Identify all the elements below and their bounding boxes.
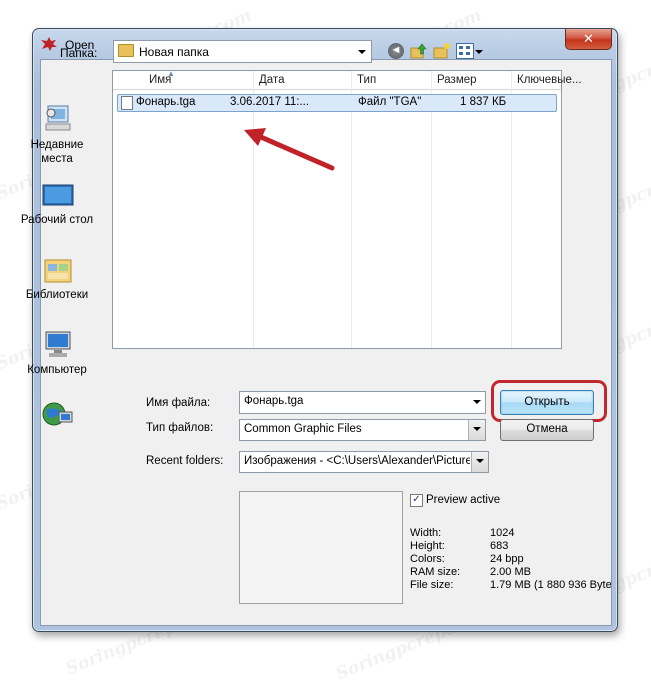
- up-folder-icon[interactable]: [410, 42, 428, 60]
- sidebar-item-recent-places[interactable]: Недавние места: [14, 104, 100, 176]
- file-list-header: Имя ▲ Дата Тип Размер Ключевые...: [113, 69, 582, 90]
- column-header-type[interactable]: Тип: [357, 74, 376, 86]
- filetype-select[interactable]: Common Graphic Files: [239, 419, 486, 441]
- annotation-arrow-icon: [244, 128, 335, 171]
- file-icon: [121, 96, 133, 110]
- recent-folders-value: Изображения - <C:\Users\Alexander\Pictur…: [244, 455, 470, 467]
- back-icon[interactable]: ◄: [388, 43, 404, 59]
- sidebar-item-label: Библиотеки: [25, 289, 89, 301]
- recent-places-icon: [45, 105, 71, 131]
- filetype-value: Common Graphic Files: [244, 423, 362, 435]
- open-button[interactable]: Открыть: [500, 390, 594, 415]
- sidebar-item-network[interactable]: [14, 400, 100, 436]
- places-sidebar: Недавние места Рабочий стол Библиотеки К…: [14, 64, 100, 426]
- column-divider: [431, 71, 432, 348]
- chevron-down-icon: [358, 50, 366, 54]
- sidebar-item-libraries[interactable]: Библиотеки: [14, 256, 100, 306]
- chevron-down-icon[interactable]: [473, 400, 481, 404]
- close-button[interactable]: ✕: [565, 29, 612, 50]
- recent-folders-select[interactable]: Изображения - <C:\Users\Alexander\Pictur…: [239, 451, 489, 473]
- network-icon: [42, 402, 73, 426]
- libraries-icon: [44, 259, 72, 283]
- desktop-icon: [42, 184, 74, 206]
- column-divider: [253, 71, 254, 348]
- folder-label: Папка:: [60, 46, 98, 60]
- chevron-down-icon: [476, 459, 484, 463]
- preview-active-checkbox[interactable]: ✓: [410, 494, 423, 507]
- info-key: Colors:: [410, 553, 445, 565]
- file-name-cell: Фонарь.tga: [136, 96, 196, 108]
- app-icon: [41, 37, 57, 51]
- cancel-button[interactable]: Отмена: [500, 419, 594, 441]
- dropdown-button[interactable]: [471, 452, 488, 472]
- filename-value: Фонарь.tga: [244, 395, 304, 407]
- column-header-date[interactable]: Дата: [259, 74, 284, 86]
- sidebar-item-label: Рабочий стол: [20, 214, 94, 226]
- file-list[interactable]: Имя ▲ Дата Тип Размер Ключевые... Фонарь…: [112, 69, 582, 349]
- folder-icon: [118, 44, 134, 57]
- info-value: 24 bpp: [490, 553, 524, 565]
- info-key: RAM size:: [410, 566, 461, 578]
- info-key: Width:: [410, 527, 442, 539]
- table-row[interactable]: Фонарь.tga 3.06.2017 11:... Файл "TGA" 1…: [117, 94, 557, 112]
- chevron-down-icon[interactable]: [475, 50, 483, 54]
- column-divider: [511, 71, 512, 348]
- preview-pane: [239, 491, 403, 604]
- close-icon: ✕: [583, 31, 594, 46]
- sidebar-item-desktop[interactable]: Рабочий стол: [14, 182, 100, 232]
- folder-select-value: Новая папка: [139, 45, 209, 59]
- info-key: Height:: [410, 540, 445, 552]
- dropdown-button[interactable]: [468, 420, 485, 440]
- info-value: 1.79 MB (1 880 936 Bytes): [490, 579, 611, 591]
- filename-label: Имя файла:: [146, 397, 211, 409]
- sidebar-item-label: Компьютер: [27, 364, 87, 376]
- file-date-cell: 3.06.2017 11:...: [230, 96, 310, 108]
- new-folder-icon[interactable]: [433, 42, 451, 60]
- info-value: 2.00 MB: [490, 566, 531, 578]
- views-icon[interactable]: [456, 43, 474, 59]
- column-header-keywords[interactable]: Ключевые...: [517, 74, 582, 86]
- sidebar-item-computer[interactable]: Компьютер: [14, 330, 100, 380]
- info-value: 683: [490, 540, 509, 552]
- folder-select[interactable]: Новая папка: [113, 40, 372, 63]
- sidebar-item-label: Недавние места: [30, 139, 84, 165]
- image-info: Width: 1024 Height: 683 Colors: 24 bpp R…: [405, 527, 611, 597]
- column-divider: [351, 71, 352, 348]
- filename-combo[interactable]: Фонарь.tga: [239, 391, 486, 414]
- chevron-down-icon: [473, 427, 481, 431]
- computer-icon: [45, 331, 71, 357]
- file-type-cell: Файл "TGA": [358, 96, 422, 108]
- sort-ascending-icon: ▲: [167, 69, 175, 78]
- filetype-label: Тип файлов:: [146, 422, 214, 434]
- column-header-size[interactable]: Размер: [437, 74, 477, 86]
- file-size-cell: 1 837 КБ: [460, 96, 507, 108]
- recent-folders-label: Recent folders:: [146, 455, 224, 467]
- info-value: 1024: [490, 527, 515, 539]
- preview-active-label[interactable]: Preview active: [426, 494, 500, 506]
- info-key: File size:: [410, 579, 454, 591]
